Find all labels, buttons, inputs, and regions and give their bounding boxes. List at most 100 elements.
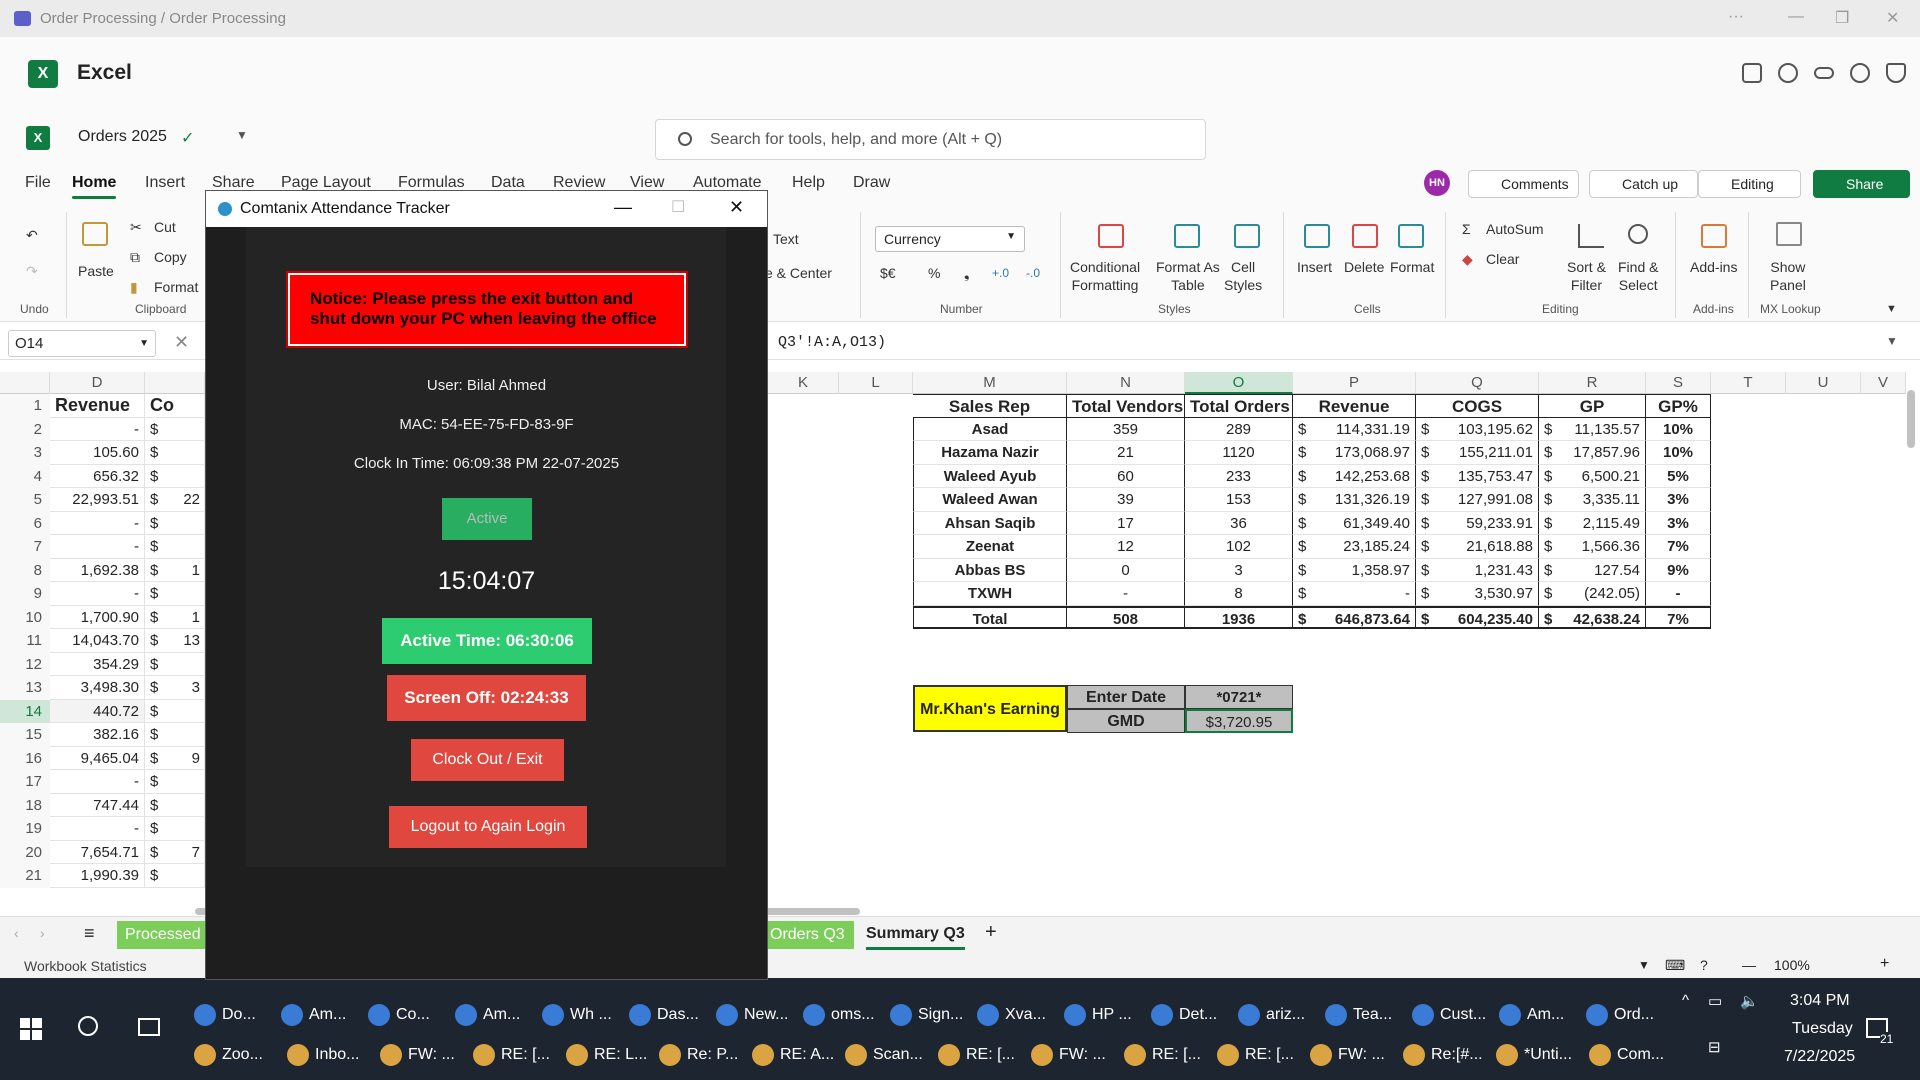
table-cell[interactable]: 61,349.40 $	[1293, 511, 1416, 535]
table-cell[interactable]: -	[50, 535, 145, 559]
taskbar-window[interactable]: Zoo...	[194, 1044, 263, 1066]
add-sheet-button[interactable]: +	[985, 921, 997, 944]
currency-cell[interactable]: $	[145, 511, 205, 535]
row-header[interactable]: 1	[0, 394, 50, 418]
table-cell[interactable]: 7,654.71	[50, 840, 145, 864]
table-cell[interactable]: Asad	[913, 417, 1067, 441]
addins-icon[interactable]	[1701, 224, 1727, 248]
table-cell[interactable]: 440.72	[50, 699, 145, 723]
taskbar-app[interactable]: ariz...	[1238, 1004, 1305, 1026]
currency-cell[interactable]: $1	[145, 605, 205, 629]
table-cell[interactable]: 3	[1185, 558, 1293, 582]
left-column-header-2[interactable]: Co	[145, 394, 205, 418]
currency-cell[interactable]: $22	[145, 488, 205, 512]
table-header-cell[interactable]: Total Vendors	[1067, 394, 1185, 418]
table-cell[interactable]: -	[50, 582, 145, 606]
row-header[interactable]: 20	[0, 840, 50, 864]
table-cell[interactable]: 11,135.57 $	[1539, 417, 1646, 441]
table-cell[interactable]: 3%	[1646, 511, 1711, 535]
col-header-d[interactable]: D	[50, 372, 145, 394]
col-header-partial[interactable]	[145, 372, 205, 394]
merge-center-label[interactable]: e & Center	[765, 264, 832, 282]
comments-button[interactable]: Comments	[1468, 170, 1579, 198]
currency-cell[interactable]: $	[145, 441, 205, 465]
table-cell[interactable]: 10%	[1646, 417, 1711, 441]
table-cell[interactable]: -	[50, 770, 145, 794]
currency-cell[interactable]: $9	[145, 746, 205, 770]
keyboard-icon[interactable]: ⌨	[1665, 957, 1685, 974]
table-cell[interactable]: 173,068.97 $	[1293, 441, 1416, 465]
table-cell[interactable]: 10%	[1646, 441, 1711, 465]
table-cell[interactable]: 1,990.39	[50, 864, 145, 888]
taskbar-app[interactable]: Am...	[281, 1004, 346, 1026]
col-header-p[interactable]: P	[1293, 372, 1416, 394]
format-cells-icon[interactable]	[1398, 224, 1424, 248]
info-icon[interactable]	[1850, 63, 1870, 83]
sheet-tab-summary-q3[interactable]: Summary Q3	[866, 925, 965, 950]
taskbar-app[interactable]: Cust...	[1412, 1004, 1486, 1026]
row-header[interactable]: 14	[0, 699, 50, 723]
table-cell[interactable]: 2,115.49 $	[1539, 511, 1646, 535]
left-column-header[interactable]: Revenue	[50, 394, 145, 418]
next-sheet-icon[interactable]: ›	[40, 925, 45, 941]
row-header[interactable]: 11	[0, 629, 50, 653]
taskbar-window[interactable]: RE: [...	[938, 1044, 1015, 1066]
table-cell[interactable]: -	[1067, 582, 1185, 606]
table-cell[interactable]: 114,331.19 $	[1293, 417, 1416, 441]
table-cell[interactable]: Ahsan Saqib	[913, 511, 1067, 535]
cancel-icon[interactable]: ✕	[174, 332, 189, 353]
name-box[interactable]: O14 ▼	[8, 330, 156, 357]
table-cell[interactable]: 747.44	[50, 793, 145, 817]
taskbar-window[interactable]: Re:[#...	[1403, 1044, 1483, 1066]
table-cell[interactable]: 21,618.88 $	[1416, 535, 1539, 559]
taskbar-window[interactable]: FW: ...	[1031, 1044, 1106, 1066]
format-painter-label[interactable]: Format	[154, 278, 198, 296]
currency-cell[interactable]: $	[145, 699, 205, 723]
sheet-tab-orders-q3[interactable]: Orders Q3	[768, 921, 854, 949]
currency-cell[interactable]: $1	[145, 558, 205, 582]
format-cells-label[interactable]: Format	[1390, 258, 1434, 276]
taskbar-window[interactable]: RE: [...	[1124, 1044, 1201, 1066]
refresh-icon[interactable]	[1778, 63, 1798, 83]
table-cell[interactable]: Waleed Ayub	[913, 464, 1067, 488]
accounting-format-button[interactable]: $€	[880, 264, 896, 282]
taskbar-window[interactable]: Inbo...	[287, 1044, 359, 1066]
row-header[interactable]: 17	[0, 770, 50, 794]
taskbar-window[interactable]: RE: [...	[473, 1044, 550, 1066]
taskbar-window[interactable]: RE: L...	[566, 1044, 647, 1066]
prev-sheet-icon[interactable]: ‹	[14, 925, 19, 941]
share-button[interactable]: Share	[1813, 170, 1910, 198]
table-cell[interactable]: (242.05) $	[1539, 582, 1646, 606]
col-header-q[interactable]: Q	[1416, 372, 1539, 394]
table-cell[interactable]: 103,195.62 $	[1416, 417, 1539, 441]
find-select-icon[interactable]	[1628, 224, 1648, 244]
document-name[interactable]: Orders 2025	[78, 128, 167, 146]
sort-filter-icon[interactable]	[1578, 224, 1604, 248]
table-cell[interactable]: -	[1646, 582, 1711, 606]
table-cell[interactable]: 36	[1185, 511, 1293, 535]
row-header[interactable]: 12	[0, 652, 50, 676]
table-cell[interactable]: 1936	[1185, 605, 1293, 629]
table-cell[interactable]: 3,530.97 $	[1416, 582, 1539, 606]
row-header[interactable]: 16	[0, 746, 50, 770]
col-header-t[interactable]: T	[1711, 372, 1786, 394]
decrease-decimal-button[interactable]: -.0	[1026, 264, 1040, 282]
cell-styles-icon[interactable]	[1234, 224, 1260, 248]
table-header-cell[interactable]: Revenue	[1293, 394, 1416, 418]
format-table-icon[interactable]	[1174, 224, 1200, 248]
minimize-icon[interactable]: —	[1788, 8, 1804, 26]
shield-icon[interactable]	[1886, 63, 1906, 83]
table-cell[interactable]: -	[50, 417, 145, 441]
table-cell[interactable]: 14,043.70	[50, 629, 145, 653]
col-header-l[interactable]: L	[839, 372, 913, 394]
table-cell[interactable]: 1,566.36 $	[1539, 535, 1646, 559]
zoom-in-icon[interactable]: +	[1880, 955, 1889, 973]
row-header[interactable]: 21	[0, 864, 50, 888]
cut-icon[interactable]: ✂	[130, 218, 142, 236]
taskbar-app[interactable]: Ord...	[1586, 1004, 1654, 1026]
table-header-cell[interactable]: GP	[1539, 394, 1646, 418]
tab-draw[interactable]: Draw	[853, 174, 890, 192]
copy-icon[interactable]: ⧉	[130, 248, 140, 266]
catch-up-button[interactable]: Catch up	[1589, 170, 1698, 198]
table-cell[interactable]: 127,991.08 $	[1416, 488, 1539, 512]
